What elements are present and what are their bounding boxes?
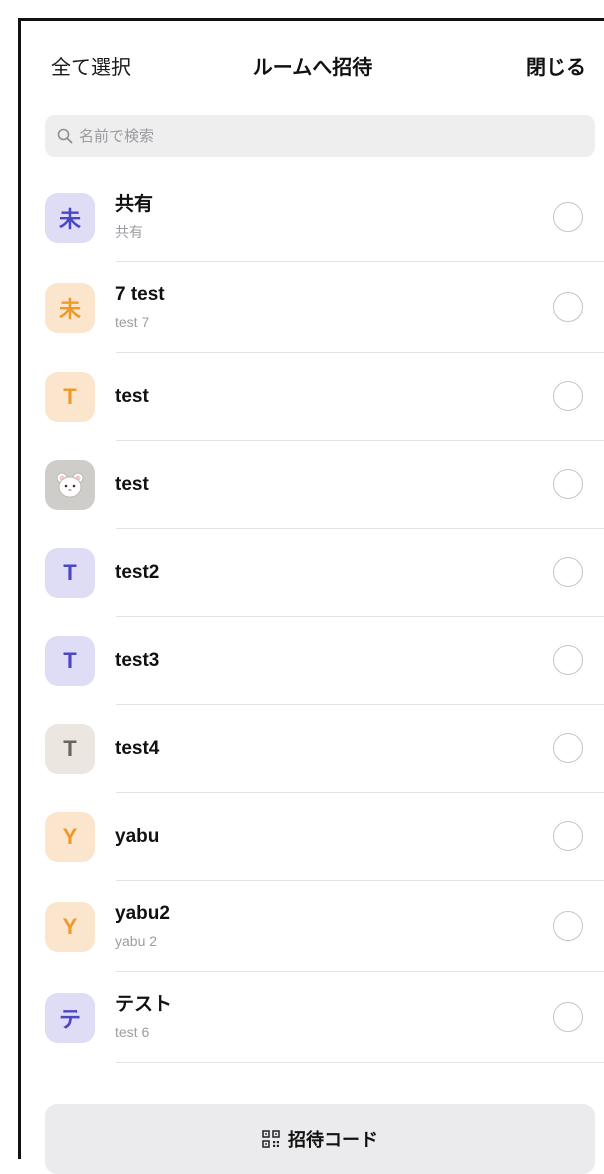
room-name: test4 xyxy=(115,738,160,759)
select-radio[interactable] xyxy=(553,557,583,587)
select-radio[interactable] xyxy=(553,381,583,411)
list-item[interactable]: Y yabu xyxy=(21,793,604,881)
search-input[interactable] xyxy=(79,127,559,145)
room-name: test xyxy=(115,474,149,495)
room-name: yabu2 xyxy=(115,902,170,924)
list-item[interactable]: test xyxy=(21,441,604,529)
room-name: 7 test xyxy=(115,283,165,305)
search-bar[interactable] xyxy=(45,115,595,157)
room-name: テスト xyxy=(115,993,173,1015)
room-name: test2 xyxy=(115,562,160,583)
sheet-header: 全て選択 ルームへ招待 閉じる xyxy=(21,21,604,113)
room-text: test3 xyxy=(115,649,159,673)
list-item[interactable]: 未 7 test test 7 xyxy=(21,262,604,353)
room-text: テスト test 6 xyxy=(115,993,172,1042)
room-subtitle: test 6 xyxy=(115,1023,150,1040)
close-button[interactable]: 閉じる xyxy=(526,51,586,80)
room-subtitle: 共有 xyxy=(115,224,143,240)
room-avatar xyxy=(45,460,95,510)
screen: 全て選択 ルームへ招待 閉じる 未 共有 共有 未 xyxy=(0,0,604,1174)
room-name: test xyxy=(115,386,149,407)
room-avatar: T xyxy=(45,636,95,686)
room-text: yabu2 yabu 2 xyxy=(115,902,170,951)
invite-code-label: 招待コード xyxy=(288,1130,378,1150)
room-text: test xyxy=(115,385,149,409)
hamster-icon xyxy=(56,472,84,498)
room-text: test2 xyxy=(115,561,159,585)
invite-sheet: 全て選択 ルームへ招待 閉じる 未 共有 共有 未 xyxy=(21,21,604,1174)
select-radio[interactable] xyxy=(553,645,583,675)
room-subtitle: yabu 2 xyxy=(115,932,158,949)
list-item[interactable]: テ テスト test 6 xyxy=(21,972,604,1063)
room-avatar: Y xyxy=(45,901,95,952)
room-subtitle: test 7 xyxy=(115,313,150,330)
room-list: 未 共有 共有 未 7 test test 7 T test test T te… xyxy=(21,174,604,1063)
select-radio[interactable] xyxy=(553,202,583,232)
room-avatar: T xyxy=(45,724,95,774)
room-avatar: 未 xyxy=(45,193,95,243)
room-text: yabu xyxy=(115,825,159,849)
room-name: 共有 xyxy=(115,194,154,215)
list-item[interactable]: T test3 xyxy=(21,617,604,705)
room-text: 7 test test 7 xyxy=(115,283,165,332)
invite-code-button[interactable]: 招待コード xyxy=(45,1104,595,1174)
select-radio[interactable] xyxy=(553,821,583,851)
select-radio[interactable] xyxy=(553,733,583,763)
select-radio[interactable] xyxy=(553,291,583,322)
select-radio[interactable] xyxy=(553,910,583,941)
list-item[interactable]: T test2 xyxy=(21,529,604,617)
room-name: test3 xyxy=(115,650,160,671)
room-avatar: 未 xyxy=(45,282,95,333)
page-title: ルームへ招待 xyxy=(252,57,373,79)
room-text: test4 xyxy=(115,737,159,761)
room-avatar: Y xyxy=(45,812,95,862)
select-radio[interactable] xyxy=(553,469,583,499)
room-avatar: テ xyxy=(45,992,95,1043)
list-item[interactable]: 未 共有 共有 xyxy=(21,174,604,262)
room-avatar: T xyxy=(45,548,95,598)
list-item[interactable]: T test xyxy=(21,353,604,441)
room-avatar: T xyxy=(45,372,95,422)
room-name: yabu xyxy=(115,826,160,847)
qr-code-icon xyxy=(262,1130,280,1148)
search-icon xyxy=(57,128,73,144)
list-item[interactable]: T test4 xyxy=(21,705,604,793)
room-text: 共有 共有 xyxy=(115,193,153,242)
room-text: test xyxy=(115,473,149,497)
select-radio[interactable] xyxy=(553,1001,583,1032)
list-item[interactable]: Y yabu2 yabu 2 xyxy=(21,881,604,972)
